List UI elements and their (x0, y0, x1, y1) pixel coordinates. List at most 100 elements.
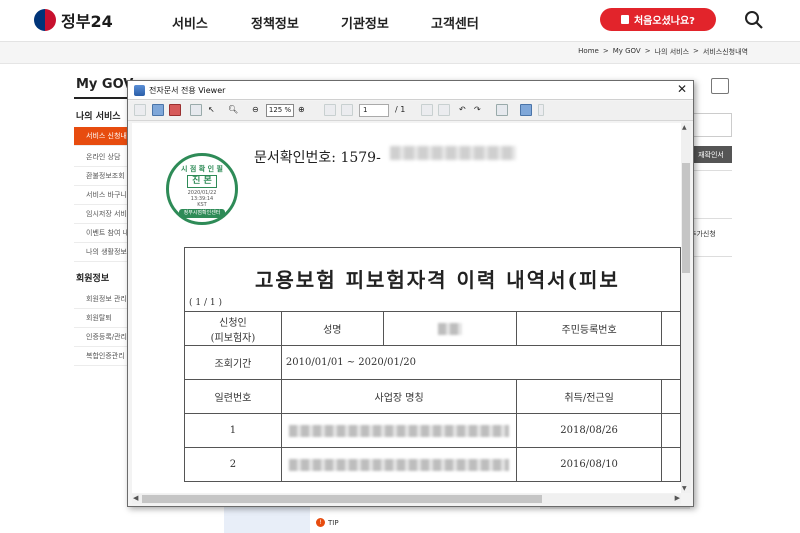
stamp-main-text: 진 본 (187, 175, 217, 188)
rotate-right-icon[interactable]: ↷ (474, 105, 481, 114)
col-header-date: 취득/전근일 (516, 379, 662, 414)
next-page-icon[interactable] (421, 104, 433, 116)
page-total: / 1 (395, 105, 406, 114)
stamp-zone: KST (197, 202, 207, 208)
breadcrumb: Home > My GOV > 나의 서비스 > 서비스신청내역 (578, 47, 748, 57)
row-date: 2018/08/26 (516, 413, 662, 448)
row-date: 2016/08/10 (516, 447, 662, 482)
sidebar-item-withdraw[interactable]: 회원탈퇴 (74, 309, 130, 328)
col-header-extra (660, 379, 681, 414)
vertical-scrollbar[interactable]: ▲ ▼ (681, 123, 691, 493)
row-company-redacted (280, 447, 518, 482)
viewer-app-icon (134, 85, 145, 96)
vertical-scroll-thumb[interactable] (682, 163, 690, 273)
save-icon[interactable] (134, 104, 146, 116)
col-header-serial-no: 일련번호 (184, 379, 282, 414)
zoom-in-icon[interactable]: ⊕ (298, 105, 305, 114)
sidebar-item-service-requests[interactable]: 서비스 신청내 (74, 127, 130, 146)
row-extra (660, 413, 681, 448)
sidebar-item-cert-manage[interactable]: 인증등록/관리 (74, 328, 130, 347)
document-page: 시 점 확 인 필 진 본 2020/01/22 13:39:14 KST 정부… (132, 123, 681, 493)
row-serial-no: 1 (184, 413, 282, 448)
applicant-sublabel: (피보험자) (210, 332, 256, 344)
select-cursor-icon[interactable]: ↖ (208, 105, 215, 114)
sidebar-item-service-basket[interactable]: 서비스 바구니 (74, 186, 130, 205)
page-number-field[interactable]: 1 (359, 104, 389, 117)
horizontal-scrollbar[interactable]: ◀ ▶ (132, 494, 681, 504)
sidebar-item-event-entries[interactable]: 이벤트 참여 내 (74, 224, 130, 243)
close-button[interactable]: ✕ (677, 82, 687, 96)
divider (690, 218, 732, 219)
print-icon[interactable] (169, 104, 181, 116)
divider (690, 256, 732, 257)
zoom-level-field[interactable]: 125 % (266, 104, 294, 117)
row-serial-no: 2 (184, 447, 282, 482)
redacted-company (289, 424, 510, 437)
document-title: 고용보험 피보험자격 이력 내역서(피보 (255, 268, 620, 292)
table-row: 2 2016/08/10 (184, 447, 681, 482)
document-number-label: 문서확인번호: 1579- (254, 150, 381, 166)
nav-policy-info[interactable]: 정책정보 (251, 13, 299, 32)
bookmark-icon (620, 15, 629, 24)
breadcrumb-separator: > (644, 47, 651, 55)
sidebar-item-temp-saved[interactable]: 임시저장 서비 (74, 205, 130, 224)
sidebar-item-life-info[interactable]: 나의 생활정보 (74, 243, 130, 262)
applicant-label-cell: 신청인 (피보험자) (184, 311, 282, 346)
insurance-history-table: 고용보험 피보험자격 이력 내역서(피보 ( 1 / 1 ) 신청인 (피보험자… (184, 247, 681, 482)
toolbar-overflow-icon[interactable] (538, 104, 544, 116)
stamp-top-text: 시 점 확 인 필 (181, 165, 223, 173)
sidebar-divider (74, 97, 130, 99)
sidebar-item-member-manage[interactable]: 회원정보 관리 (74, 290, 130, 309)
breadcrumb-home[interactable]: Home (578, 47, 599, 57)
stamp-bottom-text: 정부시점확인센터 (179, 209, 225, 218)
zoom-out-icon[interactable]: ⊖ (252, 105, 259, 114)
previous-page-icon[interactable] (341, 104, 353, 116)
rrn-label: 주민등록번호 (516, 311, 662, 346)
print-icon[interactable] (711, 78, 729, 94)
nav-agency-info[interactable]: 기관정보 (341, 13, 389, 32)
viewer-title: 전자문서 전용 Viewer (149, 86, 226, 95)
scroll-left-arrow-icon[interactable]: ◀ (133, 494, 138, 502)
horizontal-scroll-thumb[interactable] (142, 495, 542, 503)
rrn-value-cell (660, 311, 681, 346)
applicant-label: 신청인 (219, 317, 247, 329)
first-visit-button[interactable]: 처음오셨나요? (600, 8, 716, 31)
tip-badge: ! TIP (316, 518, 339, 527)
document-viewer-window: 전자문서 전용 Viewer ✕ ↖ 🔍︎ ⊖ 125 % ⊕ 1 / 1 ↶ … (127, 80, 694, 507)
viewer-title-bar[interactable]: 전자문서 전용 Viewer ✕ (128, 81, 693, 100)
nav-services[interactable]: 서비스 (172, 13, 208, 32)
reconfirm-certificate-button[interactable]: 재확인서 (690, 146, 732, 163)
scroll-right-arrow-icon[interactable]: ▶ (675, 494, 680, 502)
sidebar-section-my-services: 나의 서비스 (76, 112, 121, 122)
authenticity-stamp: 시 점 확 인 필 진 본 2020/01/22 13:39:14 KST 정부… (166, 153, 238, 225)
first-page-icon[interactable] (324, 104, 336, 116)
hand-tool-icon[interactable] (190, 104, 202, 116)
site-logo[interactable]: 정부24 (34, 8, 113, 32)
breadcrumb-separator: > (693, 47, 699, 55)
sidebar-item-online-consult[interactable]: 온라인 상담 (74, 148, 130, 167)
zoom-magnifier-icon[interactable]: 🔍︎ (228, 105, 238, 114)
logo-text: 정부24 (61, 12, 113, 31)
table-row: 1 2018/08/26 (184, 413, 681, 448)
sidebar-title: My GOV (76, 77, 134, 92)
redacted-name (437, 322, 462, 335)
scroll-down-arrow-icon[interactable]: ▼ (682, 485, 687, 492)
sidebar-item-complex-auth[interactable]: 복합인증관리 (74, 347, 130, 366)
name-label: 성명 (280, 311, 384, 346)
breadcrumb-current[interactable]: 서비스신청내역 (703, 47, 748, 57)
scroll-up-arrow-icon[interactable]: ▲ (682, 124, 687, 131)
breadcrumb-my-services[interactable]: 나의 서비스 (655, 47, 689, 57)
last-page-icon[interactable] (438, 104, 450, 116)
print-preview-icon[interactable] (152, 104, 164, 116)
government-emblem-icon (34, 9, 56, 31)
site-header: 정부24 서비스 정책정보 기관정보 고객센터 처음오셨나요? (0, 0, 800, 42)
sidebar-item-refund-info[interactable]: 환불정보조회 (74, 167, 130, 186)
rotate-left-icon[interactable]: ↶ (459, 105, 466, 114)
nav-customer-center[interactable]: 고객센터 (431, 13, 479, 32)
breadcrumb-mygov[interactable]: My GOV (613, 47, 641, 57)
export-icon[interactable] (520, 104, 532, 116)
search-icon[interactable] (744, 10, 764, 30)
period-value: 2010/01/01 ~ 2020/01/20 (280, 345, 681, 380)
redacted-company (289, 458, 510, 471)
copy-icon[interactable] (496, 104, 508, 116)
